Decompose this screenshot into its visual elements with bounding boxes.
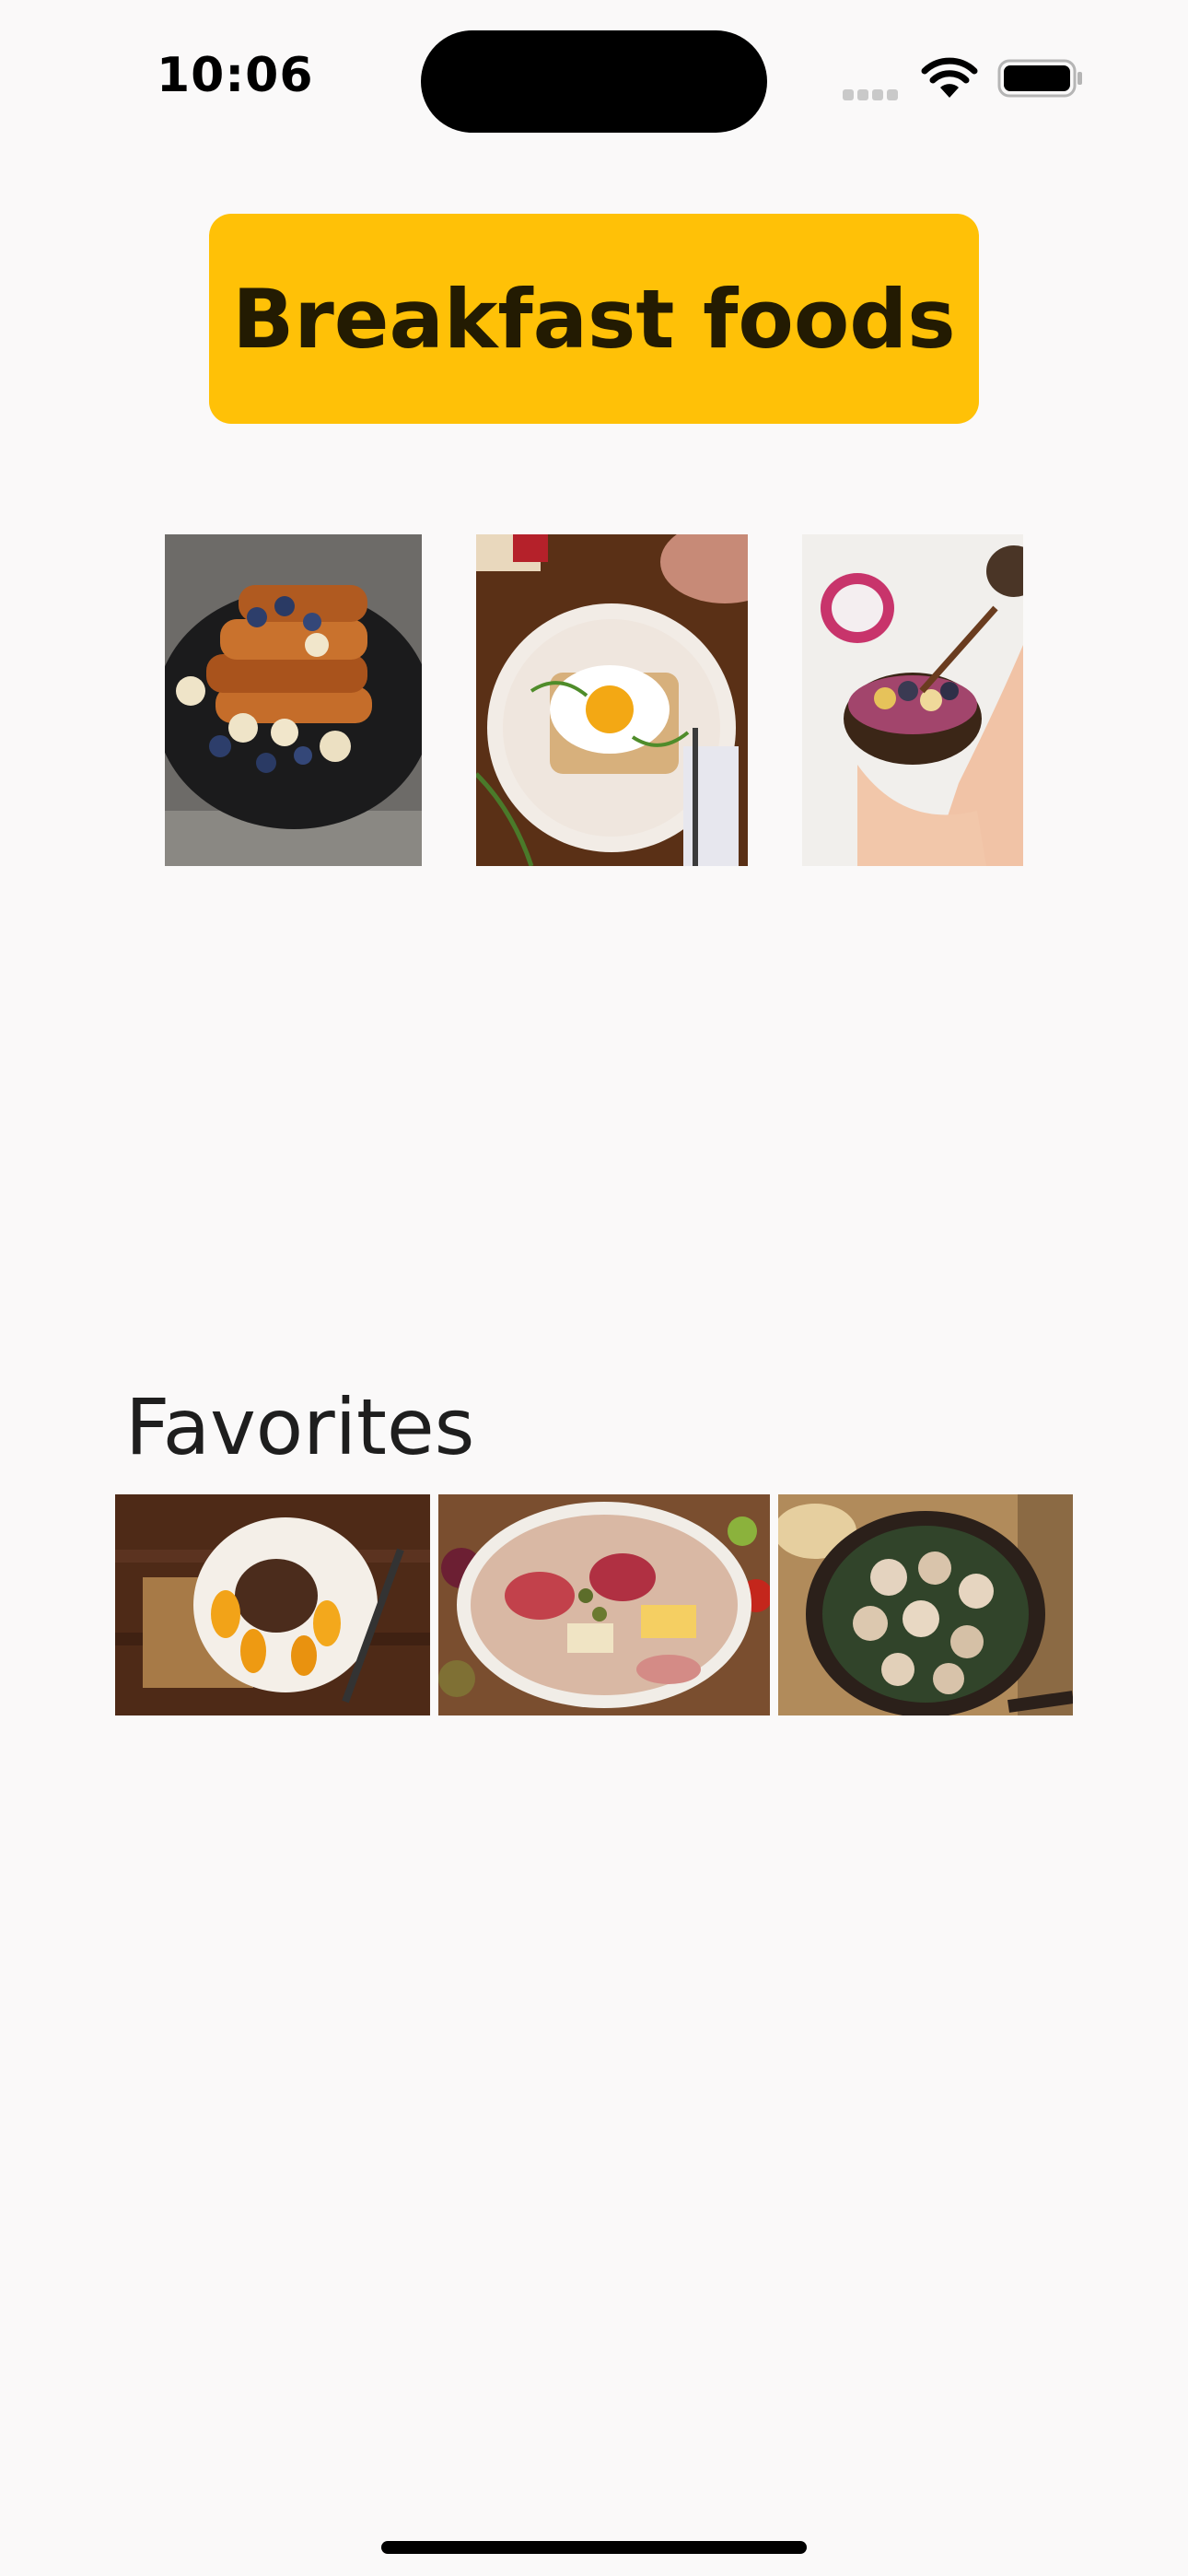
french-toast-image[interactable]: [165, 534, 422, 866]
escargot-pan-image[interactable]: [778, 1494, 1073, 1715]
signal-icon: [843, 87, 902, 104]
battery-icon: [997, 59, 1082, 98]
wifi-icon: [921, 57, 978, 98]
home-indicator[interactable]: [381, 2541, 807, 2554]
status-bar: 10:06: [0, 0, 1188, 147]
dynamic-island: [421, 30, 767, 133]
steak-plate-image[interactable]: [115, 1494, 430, 1715]
breakfast-foods-button[interactable]: Breakfast foods: [209, 214, 979, 424]
charcuterie-platter-image[interactable]: [438, 1494, 770, 1715]
favorites-heading: Favorites: [125, 1382, 475, 1472]
status-time: 10:06: [157, 48, 314, 103]
fried-egg-toast-image[interactable]: [476, 534, 748, 866]
smoothie-bowl-image[interactable]: [802, 534, 1023, 866]
